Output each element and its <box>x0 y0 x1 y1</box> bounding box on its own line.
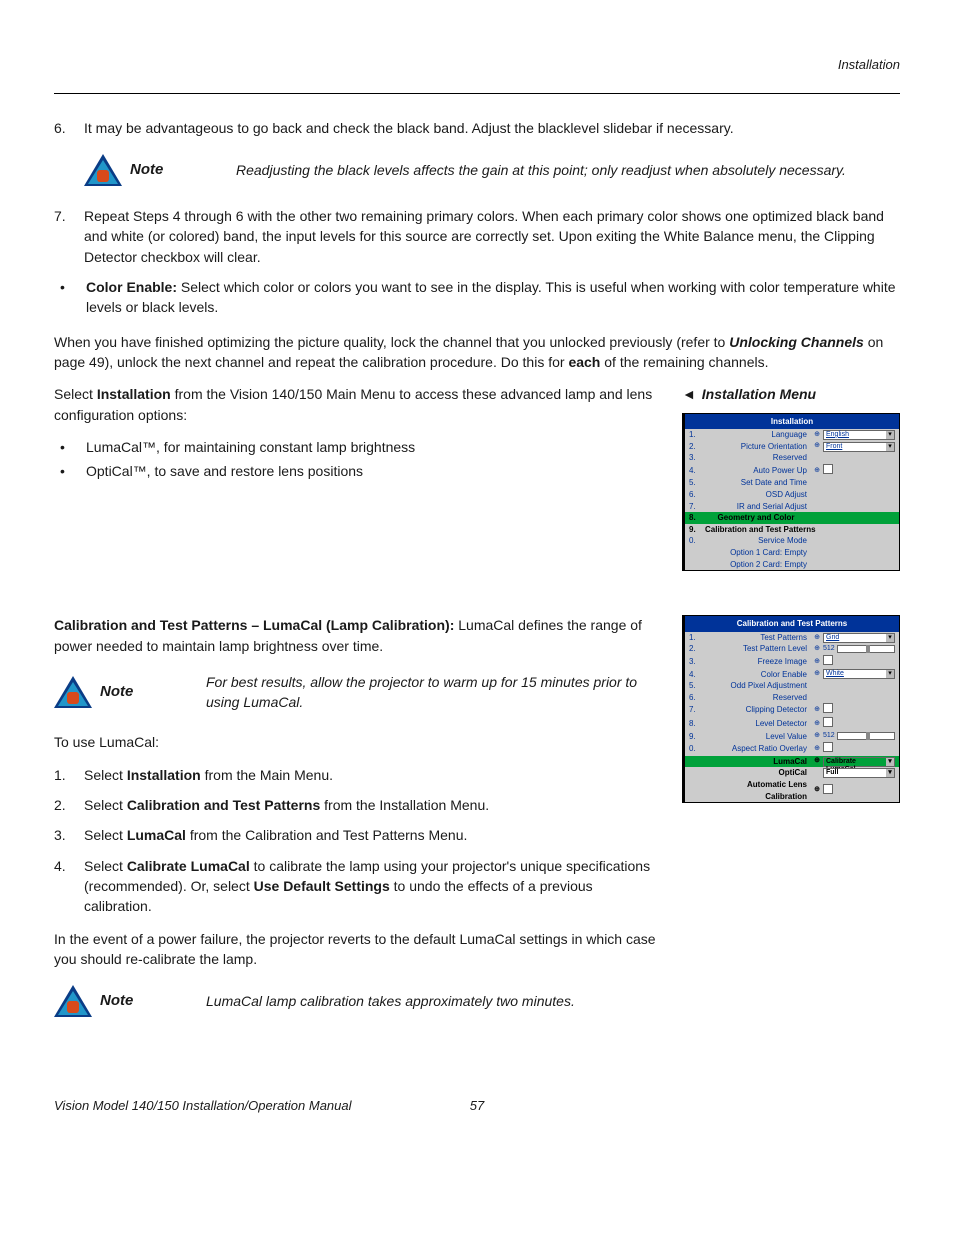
paragraph-power-failure: In the event of a power failure, the pro… <box>54 929 658 970</box>
chevron-down-icon: ▾ <box>886 431 894 439</box>
note-icon <box>54 985 92 1017</box>
options-list: •LumaCal™, for maintaining constant lamp… <box>54 437 658 482</box>
paragraph-install: Select Installation from the Vision 140/… <box>54 384 658 425</box>
step-list-7: 7. Repeat Steps 4 through 6 with the oth… <box>54 206 900 267</box>
section-header: Installation <box>54 56 900 75</box>
auto-power-up-checkbox[interactable] <box>823 464 833 474</box>
paragraph-lock: When you have finished optimizing the pi… <box>54 332 900 373</box>
clipping-detector-checkbox[interactable] <box>823 703 833 713</box>
note-label: Note <box>130 159 163 181</box>
chevron-down-icon: ▾ <box>886 443 894 451</box>
note-1-text: Readjusting the black levels affects the… <box>236 160 900 180</box>
level-value-slider[interactable]: 512 <box>823 732 895 740</box>
chevron-down-icon: ▾ <box>886 670 894 678</box>
step-6-text: It may be advantageous to go back and ch… <box>84 118 734 138</box>
note-label: Note <box>100 681 133 703</box>
side-heading-installation-menu: ◄ Installation Menu <box>682 384 900 404</box>
chevron-down-icon: ▾ <box>886 758 894 766</box>
chevron-down-icon: ▾ <box>886 769 894 777</box>
note-3-text: LumaCal lamp calibration takes approxima… <box>206 991 658 1011</box>
note-icon <box>84 154 122 186</box>
footer: Vision Model 140/150 Installation/Operat… <box>54 1097 900 1116</box>
calibration-menu: Calibration and Test Patterns 1.Test Pat… <box>682 615 900 803</box>
test-patterns-dropdown[interactable]: Grid▾ <box>823 633 895 643</box>
optical-dropdown[interactable]: Full▾ <box>823 768 895 778</box>
freeze-image-checkbox[interactable] <box>823 655 833 665</box>
bullet-color-enable-text: Select which color or colors you want to… <box>86 279 896 315</box>
note-icon <box>54 676 92 708</box>
step-7-text: Repeat Steps 4 through 6 with the other … <box>84 206 900 267</box>
level-detector-checkbox[interactable] <box>823 717 833 727</box>
geometry-color-row[interactable]: 8.Geometry and Color <box>685 512 899 524</box>
step-6-number: 6. <box>54 118 84 138</box>
picture-orientation-dropdown[interactable]: Front▾ <box>823 442 895 452</box>
note-2-text: For best results, allow the projector to… <box>206 672 658 713</box>
bullet-dot: • <box>54 277 86 318</box>
color-enable-dropdown[interactable]: White▾ <box>823 669 895 679</box>
note-3: Note LumaCal lamp calibration takes appr… <box>54 985 658 1017</box>
footer-page-number: 57 <box>462 1097 492 1116</box>
lumacal-row[interactable]: LumaCal⊕Calibrate LumaCal▾ <box>685 756 899 768</box>
to-use-lumacal: To use LumaCal: <box>54 732 658 752</box>
option-optical: OptiCal™, to save and restore lens posit… <box>86 461 363 481</box>
language-dropdown[interactable]: English▾ <box>823 430 895 440</box>
note-label: Note <box>100 990 133 1012</box>
optical-row[interactable]: OptiCalFull▾ <box>685 767 899 779</box>
bullet-color-enable-label: Color Enable: <box>86 279 177 295</box>
note-2: Note For best results, allow the project… <box>54 672 658 713</box>
calibration-menu-title: Calibration and Test Patterns <box>685 616 899 632</box>
bullet-color-enable: • Color Enable: Select which color or co… <box>54 277 900 318</box>
chevron-down-icon: ▾ <box>886 634 894 642</box>
paragraph-lumacal-intro: Calibration and Test Patterns – LumaCal … <box>54 615 658 656</box>
footer-title: Vision Model 140/150 Installation/Operat… <box>54 1097 462 1116</box>
step-7-number: 7. <box>54 206 84 267</box>
header-rule <box>54 93 900 94</box>
auto-lens-calibration-row[interactable]: Automatic Lens Calibration⊕ <box>685 779 899 802</box>
lumacal-steps: 1.Select Installation from the Main Menu… <box>54 765 658 917</box>
arrow-left-icon: ◄ <box>682 384 696 404</box>
option-lumacal: LumaCal™, for maintaining constant lamp … <box>86 437 415 457</box>
link-unlocking-channels[interactable]: Unlocking Channels <box>729 334 864 350</box>
test-pattern-level-slider[interactable]: 512 <box>823 645 895 653</box>
step-list-top: 6. It may be advantageous to go back and… <box>54 118 900 138</box>
bullet-list: • Color Enable: Select which color or co… <box>54 277 900 318</box>
note-1: Note Readjusting the black levels affect… <box>84 154 900 186</box>
step-7: 7. Repeat Steps 4 through 6 with the oth… <box>54 206 900 267</box>
lumacal-dropdown[interactable]: Calibrate LumaCal▾ <box>823 757 895 767</box>
step-6: 6. It may be advantageous to go back and… <box>54 118 900 138</box>
installation-menu-title: Installation <box>685 414 899 430</box>
calibration-test-patterns-row[interactable]: 9.Calibration and Test Patterns <box>685 524 899 536</box>
auto-lens-calibration-checkbox[interactable] <box>823 784 833 794</box>
installation-menu: Installation 1.Language⊕English▾ 2.Pictu… <box>682 413 900 572</box>
aspect-ratio-overlay-checkbox[interactable] <box>823 742 833 752</box>
